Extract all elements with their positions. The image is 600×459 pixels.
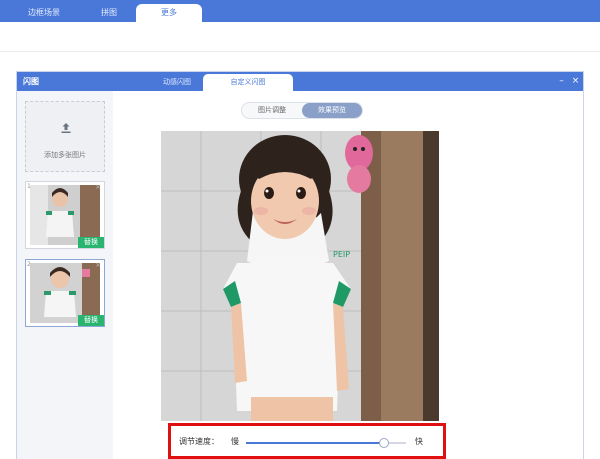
- mode-toggle: 图片调整 效果预览: [241, 102, 363, 119]
- tab-more[interactable]: 更多: [136, 4, 202, 22]
- replace-button[interactable]: 替换: [78, 237, 104, 248]
- tab-collage[interactable]: 拼图: [84, 4, 134, 22]
- dialog-logo: 闪图: [23, 77, 39, 86]
- preview-image: PEIP: [161, 131, 439, 421]
- replace-button[interactable]: 替换: [78, 315, 104, 326]
- speed-slider[interactable]: [246, 438, 406, 448]
- thumbnail-item[interactable]: 1 × 替换: [25, 181, 105, 249]
- fast-label: 快: [415, 437, 423, 446]
- close-icon[interactable]: ×: [94, 261, 102, 269]
- close-icon[interactable]: ×: [94, 183, 102, 191]
- speed-slider-handle[interactable]: [378, 438, 389, 448]
- shirt-text: PEIP: [333, 250, 350, 259]
- close-button[interactable]: ×: [569, 74, 582, 88]
- thumbnail-item[interactable]: 2 × 替换: [25, 259, 105, 327]
- add-images-button[interactable]: 添加多张图片: [25, 101, 105, 172]
- thumbnail-image: [30, 263, 100, 323]
- speed-label: 调节速度：: [179, 437, 219, 446]
- flash-image-dialog: 闪图 动感闪图 自定义闪图 – × 添加多张图片 1 × 替换 2 × 替换 图…: [16, 71, 584, 459]
- main-tab-bar: 边框场景 拼图 更多: [0, 0, 600, 22]
- minimize-button[interactable]: –: [555, 74, 568, 88]
- dialog-title-bar: 闪图 动感闪图 自定义闪图 – ×: [17, 72, 583, 91]
- upload-icon: [61, 123, 71, 133]
- tab-dynamic-flash[interactable]: 动感闪图: [147, 74, 207, 91]
- thumbnail-image: [30, 185, 100, 245]
- speed-control: 调节速度： 慢 快: [168, 423, 446, 459]
- tab-border-scene[interactable]: 边框场景: [14, 4, 74, 22]
- thumbnail-index: 1: [27, 183, 31, 190]
- preview-workspace: 图片调整 效果预览 PEIP 调节速度： 慢 快: [113, 91, 583, 459]
- slow-label: 慢: [231, 437, 239, 446]
- image-adjust-button[interactable]: 图片调整: [244, 103, 300, 118]
- tab-custom-flash[interactable]: 自定义闪图: [203, 74, 293, 91]
- toolbar-area: [0, 22, 600, 52]
- effect-preview-button[interactable]: 效果预览: [302, 103, 362, 118]
- add-images-label: 添加多张图片: [44, 151, 86, 159]
- image-list-panel: 添加多张图片 1 × 替换 2 × 替换: [17, 91, 113, 459]
- thumbnail-index: 2: [27, 261, 31, 268]
- child-photo: PEIP: [161, 131, 439, 421]
- speed-slider-fill: [246, 442, 384, 444]
